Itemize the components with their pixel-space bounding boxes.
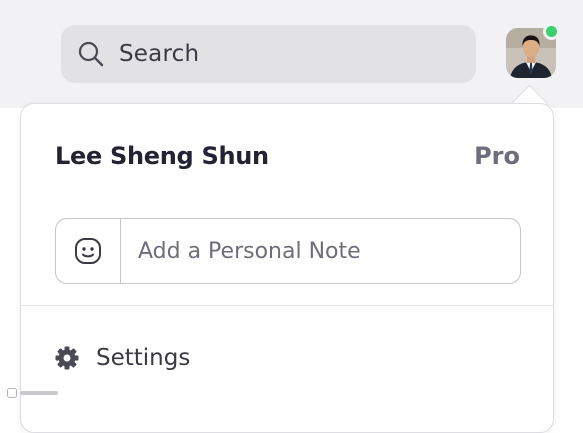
smiley-icon bbox=[75, 238, 101, 264]
menu-item-settings[interactable]: Settings bbox=[21, 326, 553, 390]
personal-note-input[interactable] bbox=[121, 219, 520, 283]
profile-dropdown: Lee Sheng Shun Pro Add a Personal Note S… bbox=[20, 103, 554, 433]
avatar-button[interactable] bbox=[506, 23, 560, 78]
gear-icon bbox=[54, 345, 80, 371]
search-button[interactable]: Search bbox=[61, 25, 476, 83]
personal-note-field[interactable] bbox=[55, 218, 521, 284]
watermark bbox=[7, 388, 59, 398]
plan-badge: Pro bbox=[474, 142, 520, 170]
menu-divider bbox=[21, 305, 553, 306]
settings-label: Settings bbox=[96, 345, 191, 371]
watermark-logo-icon bbox=[7, 388, 58, 398]
search-label: Search bbox=[119, 41, 200, 67]
emoji-button[interactable] bbox=[56, 219, 121, 283]
top-bar: Search bbox=[0, 0, 583, 108]
user-name: Lee Sheng Shun bbox=[55, 142, 269, 170]
search-icon bbox=[77, 40, 105, 68]
online-status-indicator bbox=[543, 23, 560, 40]
